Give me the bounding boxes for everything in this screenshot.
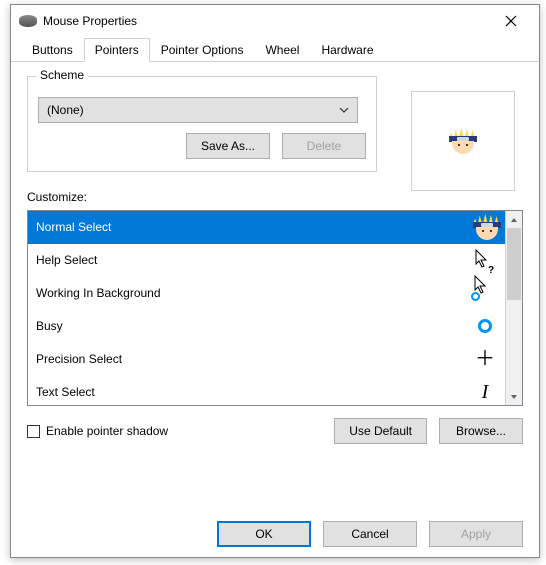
pointers-panel: Scheme (None) Save As... Delete Customiz… bbox=[11, 62, 539, 456]
window-title: Mouse Properties bbox=[43, 14, 491, 28]
mouse-properties-window: Mouse Properties Buttons Pointers Pointe… bbox=[10, 4, 540, 558]
list-item-label: Text Select bbox=[36, 385, 473, 399]
close-button[interactable] bbox=[491, 7, 531, 35]
list-item[interactable]: Precision Select＋ bbox=[28, 343, 505, 376]
list-item-icon: ＋ bbox=[473, 349, 497, 369]
delete-button: Delete bbox=[282, 133, 366, 159]
text-ibeam-icon: I bbox=[482, 382, 489, 402]
scheme-dropdown[interactable]: (None) bbox=[38, 97, 358, 123]
list-item-label: Working In Background bbox=[36, 286, 473, 300]
list-item[interactable]: Busy bbox=[28, 310, 505, 343]
list-item-icon: ? bbox=[473, 249, 497, 272]
close-icon bbox=[505, 15, 517, 27]
scheme-group: Scheme (None) Save As... Delete bbox=[27, 76, 377, 172]
tab-pointer-options[interactable]: Pointer Options bbox=[150, 38, 255, 62]
list-item-label: Precision Select bbox=[36, 352, 473, 366]
list-item[interactable]: Text Select I bbox=[28, 376, 505, 405]
customize-label: Customize: bbox=[27, 190, 523, 204]
arrow-help-icon: ? bbox=[474, 249, 496, 272]
naruto-cursor-icon bbox=[473, 214, 497, 240]
list-item-label: Help Select bbox=[36, 253, 473, 267]
mouse-icon bbox=[19, 15, 37, 27]
list-item[interactable]: Working In Background bbox=[28, 277, 505, 310]
dialog-footer: OK Cancel Apply bbox=[217, 521, 523, 547]
chevron-down-icon bbox=[339, 105, 349, 115]
titlebar: Mouse Properties bbox=[11, 5, 539, 37]
save-as-button[interactable]: Save As... bbox=[186, 133, 270, 159]
tab-hardware[interactable]: Hardware bbox=[310, 38, 384, 62]
tab-pointers[interactable]: Pointers bbox=[84, 38, 150, 62]
arrow-ring-icon bbox=[473, 275, 497, 312]
tab-buttons[interactable]: Buttons bbox=[21, 38, 84, 62]
list-item-icon: I bbox=[473, 382, 497, 402]
busy-ring-icon bbox=[478, 319, 492, 333]
scrollbar[interactable] bbox=[505, 211, 522, 405]
scroll-thumb[interactable] bbox=[507, 228, 521, 300]
list-item-label: Busy bbox=[36, 319, 473, 333]
checkbox-box bbox=[27, 425, 40, 438]
checkbox-label: Enable pointer shadow bbox=[46, 424, 168, 438]
list-item-label: Normal Select bbox=[36, 220, 473, 234]
chevron-down-icon bbox=[510, 393, 518, 401]
list-item[interactable]: Help Select? bbox=[28, 244, 505, 277]
cancel-button[interactable]: Cancel bbox=[323, 521, 417, 547]
scheme-value: (None) bbox=[47, 103, 84, 117]
naruto-cursor-icon bbox=[449, 128, 477, 154]
list-item-icon bbox=[473, 275, 497, 312]
list-item-icon bbox=[473, 319, 497, 333]
scroll-down-button[interactable] bbox=[506, 388, 522, 405]
cursor-list: Normal SelectHelp Select?Working In Back… bbox=[27, 210, 523, 406]
tab-wheel[interactable]: Wheel bbox=[254, 38, 310, 62]
scroll-track[interactable] bbox=[506, 228, 522, 388]
list-item[interactable]: Normal Select bbox=[28, 211, 505, 244]
enable-pointer-shadow-checkbox[interactable]: Enable pointer shadow bbox=[27, 424, 168, 438]
precision-cross-icon: ＋ bbox=[475, 349, 495, 369]
use-default-button[interactable]: Use Default bbox=[334, 418, 427, 444]
chevron-up-icon bbox=[510, 216, 518, 224]
cursor-list-inner[interactable]: Normal SelectHelp Select?Working In Back… bbox=[28, 211, 505, 405]
scheme-legend: Scheme bbox=[36, 68, 88, 82]
cursor-preview bbox=[411, 91, 515, 191]
ok-button[interactable]: OK bbox=[217, 521, 311, 547]
apply-button: Apply bbox=[429, 521, 523, 547]
tab-bar: Buttons Pointers Pointer Options Wheel H… bbox=[11, 37, 539, 62]
browse-button[interactable]: Browse... bbox=[439, 418, 523, 444]
scroll-up-button[interactable] bbox=[506, 211, 522, 228]
list-item-icon bbox=[473, 214, 497, 240]
